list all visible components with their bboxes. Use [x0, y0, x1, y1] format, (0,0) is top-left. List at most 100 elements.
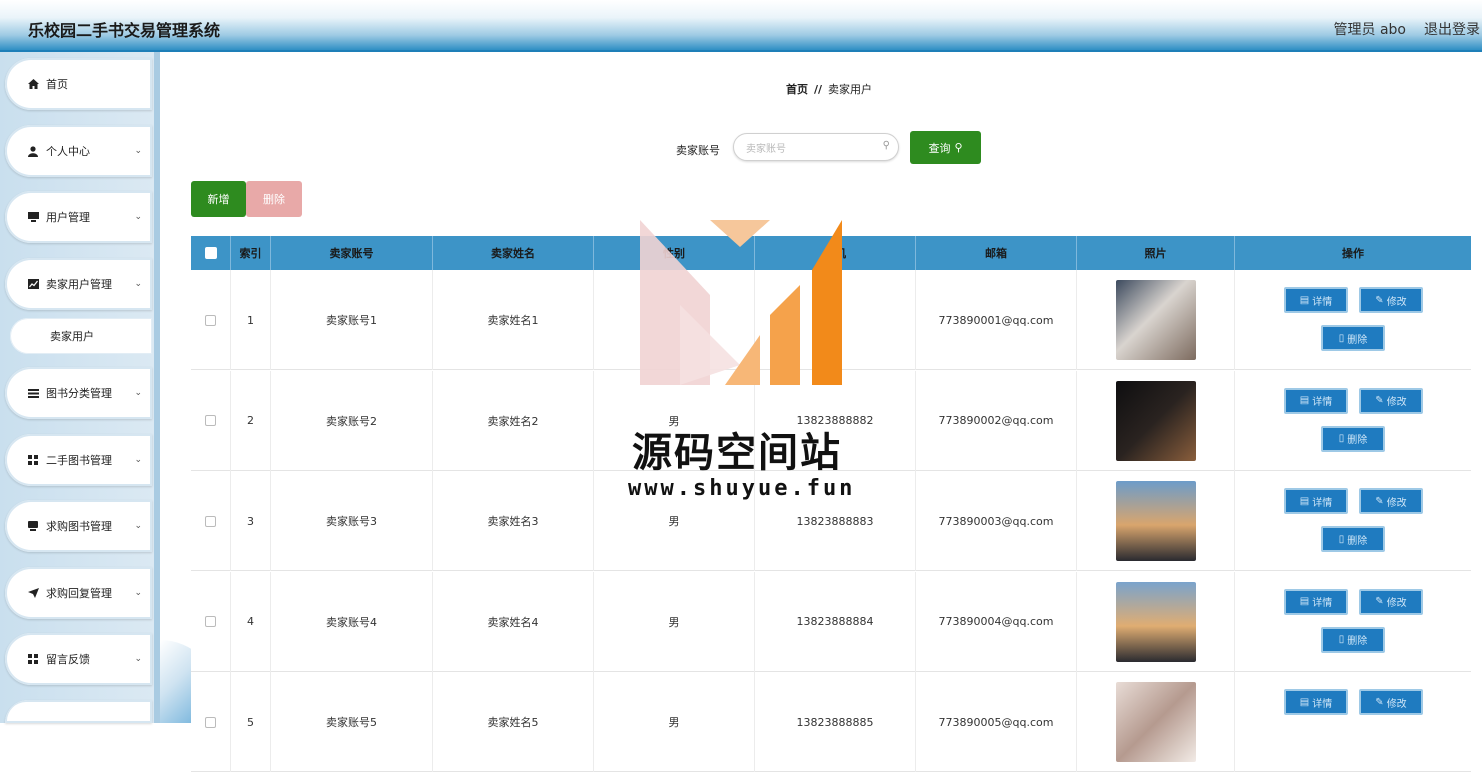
delete-icon: ▯ [1338, 634, 1345, 645]
cell-index: 3 [231, 471, 271, 571]
sidebar-item-label: 求购图书管理 [46, 520, 112, 533]
breadcrumb: 首页 // 卖家用户 [786, 81, 872, 97]
edit-button-label: 修改 [1386, 397, 1407, 408]
edit-icon: ✎ [1375, 596, 1384, 607]
cell-email: 773890005@qq.com [916, 672, 1077, 772]
cell-gender [594, 270, 755, 370]
add-button[interactable]: 新增 [191, 181, 246, 217]
edit-button[interactable]: ✎ 修改 [1359, 689, 1423, 715]
sidebar-item-label: 求购回复管理 [46, 587, 112, 600]
cell-account: 卖家账号1 [271, 270, 433, 370]
cell-actions: ▤ 详情 ✎ 修改 ▯ 删除 [1235, 371, 1471, 471]
delete-button[interactable]: ▯ 删除 [1321, 325, 1385, 351]
detail-button[interactable]: ▤ 详情 [1284, 588, 1348, 615]
detail-icon: ▤ [1299, 596, 1310, 607]
delete-icon: ▯ [1338, 533, 1345, 545]
cell-index: 2 [231, 370, 271, 471]
cell-name: 卖家姓名3 [433, 471, 594, 571]
edit-button-label: 修改 [1386, 497, 1407, 509]
detail-button-label: 详情 [1312, 698, 1333, 710]
cell-email: 773890002@qq.com [916, 370, 1077, 471]
edit-icon: ✎ [1375, 294, 1384, 306]
sidebar-item-home[interactable]: 首页 [5, 58, 152, 110]
cell-account: 卖家账号3 [271, 471, 433, 571]
logout-link[interactable]: 退出登录 [1424, 19, 1482, 39]
delete-button[interactable]: ▯ 删除 [1321, 425, 1385, 452]
column-header: 手机 [755, 236, 916, 270]
table-header: 索引 卖家账号 卖家姓名 性别 手机 邮箱 照片 操作 [191, 236, 1471, 270]
column-header: 索引 [231, 236, 271, 270]
sidebar-subitem-seller-user[interactable]: 卖家用户 [10, 318, 152, 354]
sidebar-item-wanted-books[interactable]: 求购图书管理 ⌄ [5, 500, 152, 552]
detail-button[interactable]: ▤ 详情 [1284, 387, 1348, 414]
sidebar-item-label: 个人中心 [46, 145, 90, 158]
detail-icon: ▤ [1299, 395, 1310, 406]
sidebar-item-used-books[interactable]: 二手图书管理 ⌄ [5, 434, 152, 486]
cell-gender: 男 [594, 571, 755, 672]
column-header: 邮箱 [916, 236, 1077, 270]
watermark-text: 源码空间站 [632, 430, 842, 476]
delete-button-label: 删除 [1347, 636, 1368, 647]
row-checkbox[interactable] [205, 716, 216, 728]
book-icon [27, 520, 39, 532]
row-checkbox[interactable] [205, 415, 216, 426]
delete-button-label: 删除 [1347, 334, 1368, 346]
cell-name: 卖家姓名2 [433, 370, 594, 471]
detail-icon: ▤ [1299, 294, 1310, 306]
edit-button[interactable]: ✎ 修改 [1359, 287, 1423, 313]
delete-button[interactable]: ▯ 删除 [1321, 626, 1385, 653]
query-button[interactable]: 查询 ⚲ [910, 131, 981, 164]
sidebar-item-seller-management[interactable]: 卖家用户管理 ⌄ [5, 258, 152, 310]
bulk-delete-button[interactable]: 删除 [246, 181, 302, 217]
row-select-cell [191, 571, 231, 672]
cell-phone: 13823888885 [755, 672, 916, 772]
row-checkbox[interactable] [205, 515, 216, 527]
sidebar-item-user-management[interactable]: 用户管理 ⌄ [5, 191, 152, 243]
search-label: 卖家账号 [676, 144, 720, 157]
sidebar-item-partial[interactable] [5, 700, 152, 723]
detail-button-label: 详情 [1312, 598, 1333, 609]
row-checkbox[interactable] [205, 314, 216, 326]
select-all-checkbox[interactable] [204, 247, 217, 259]
sidebar-item-wanted-replies[interactable]: 求购回复管理 ⌄ [5, 567, 152, 619]
search-box: ⚲ [733, 133, 899, 161]
sidebar-item-personal-center[interactable]: 个人中心 ⌄ [5, 125, 152, 177]
cell-actions: ▤ 详情 ✎ 修改 ▯ 删除 [1235, 270, 1471, 370]
search-input[interactable] [744, 140, 878, 158]
home-icon [27, 78, 39, 90]
sidebar-item-label: 留言反馈 [46, 653, 90, 666]
table-row: 5 卖家账号5 卖家姓名5 男 13823888885 773890005@qq.com ▤… [191, 672, 1471, 772]
delete-icon: ▯ [1338, 433, 1345, 444]
detail-button[interactable]: ▤ 详情 [1284, 488, 1348, 514]
cell-email: 773890003@qq.com [916, 471, 1077, 571]
breadcrumb-home[interactable]: 首页 [786, 83, 808, 96]
cell-index: 5 [231, 672, 271, 772]
cell-email: 773890001@qq.com [916, 270, 1077, 370]
chevron-down-icon: ⌄ [134, 654, 142, 664]
edit-button[interactable]: ✎ 修改 [1359, 588, 1423, 615]
detail-button[interactable]: ▤ 详情 [1284, 689, 1348, 715]
sidebar-item-book-category[interactable]: 图书分类管理 ⌄ [5, 367, 152, 419]
edit-button[interactable]: ✎ 修改 [1359, 488, 1423, 514]
sidebar-item-feedback[interactable]: 留言反馈 ⌄ [5, 633, 152, 685]
chevron-down-icon: ⌄ [134, 212, 142, 222]
row-checkbox[interactable] [205, 616, 216, 627]
chevron-down-icon: ⌄ [134, 388, 142, 398]
delete-button-label: 删除 [1347, 535, 1368, 547]
cell-account: 卖家账号2 [271, 370, 433, 471]
delete-button[interactable]: ▯ 删除 [1321, 526, 1385, 552]
breadcrumb-separator: // [814, 83, 823, 96]
cell-index: 4 [231, 571, 271, 672]
edit-button[interactable]: ✎ 修改 [1359, 387, 1423, 414]
cell-photo [1077, 571, 1235, 672]
row-select-cell [191, 672, 231, 772]
row-select-cell [191, 270, 231, 370]
seller-photo [1115, 380, 1196, 461]
header-select-all[interactable] [191, 236, 231, 270]
detail-icon: ▤ [1299, 696, 1310, 708]
admin-label: 管理员 abo [1333, 22, 1406, 38]
cell-phone [755, 270, 916, 370]
detail-button[interactable]: ▤ 详情 [1284, 287, 1348, 313]
watermark-url: www.shuyue.fun [628, 476, 856, 501]
cell-phone: 13823888884 [755, 571, 916, 672]
